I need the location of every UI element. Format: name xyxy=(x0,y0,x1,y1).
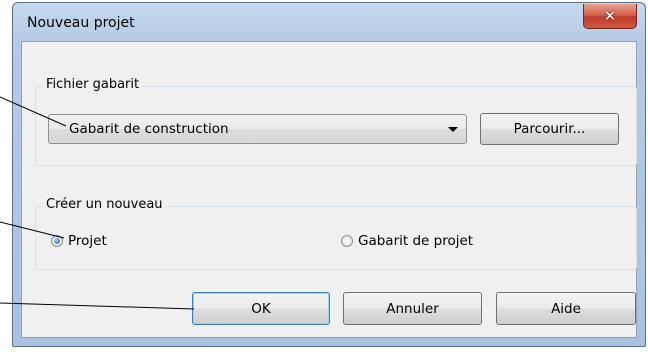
radio-project-template-label: Gabarit de projet xyxy=(358,233,474,249)
close-icon: ✕ xyxy=(603,6,617,25)
browse-button[interactable]: Parcourir... xyxy=(480,113,619,145)
create-new-legend: Créer un nouveau xyxy=(43,197,166,212)
cancel-button[interactable]: Annuler xyxy=(343,292,482,325)
template-select[interactable]: Gabarit de construction xyxy=(48,114,467,144)
chevron-down-icon xyxy=(448,127,458,132)
radio-project-indicator[interactable] xyxy=(51,235,63,247)
radio-project-template-indicator[interactable] xyxy=(341,235,353,247)
create-new-group xyxy=(35,206,637,270)
template-select-value: Gabarit de construction xyxy=(69,121,229,137)
radio-project-label: Projet xyxy=(68,233,107,249)
template-file-legend: Fichier gabarit xyxy=(43,77,143,92)
title-bar[interactable]: Nouveau projet ✕ xyxy=(13,3,645,41)
radio-project-template[interactable]: Gabarit de projet xyxy=(341,233,473,249)
window-title: Nouveau projet xyxy=(27,15,135,31)
radio-project[interactable]: Projet xyxy=(51,233,107,249)
close-button[interactable]: ✕ xyxy=(583,4,637,29)
ok-button[interactable]: OK xyxy=(192,292,330,325)
help-button[interactable]: Aide xyxy=(496,292,636,325)
